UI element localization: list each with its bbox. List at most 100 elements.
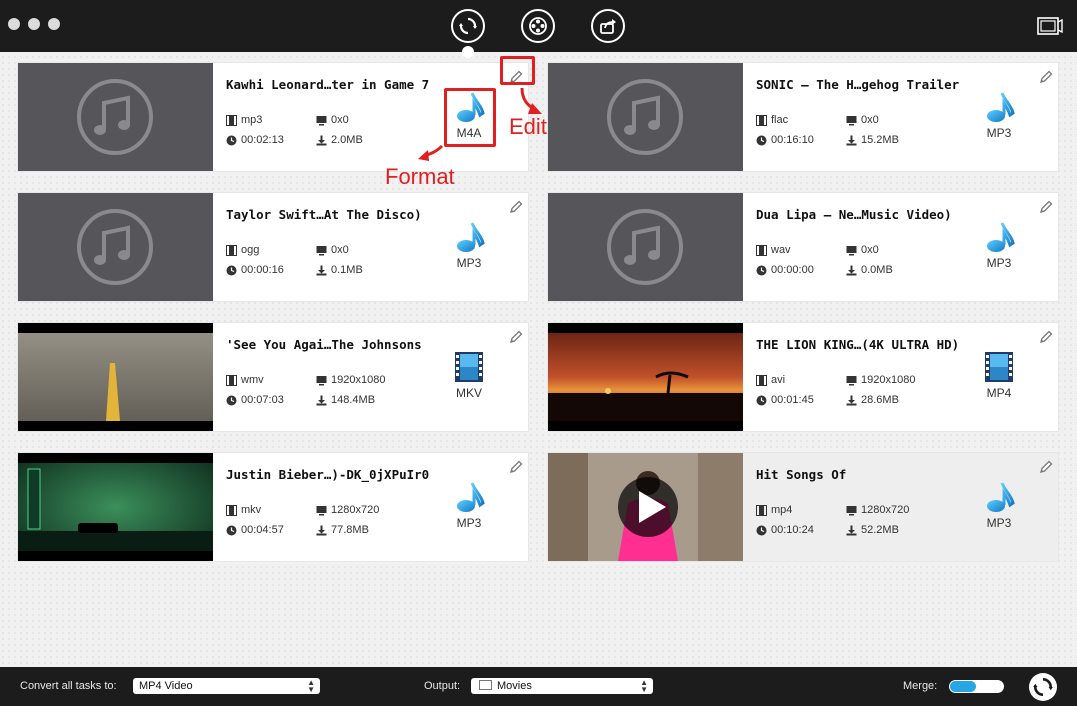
source-resolution: 1280x720 xyxy=(846,504,909,516)
clock-icon xyxy=(226,395,237,405)
convert-all-select[interactable]: MP4 Video ▲ ▼ xyxy=(133,678,320,694)
task-card[interactable]: Taylor Swift…At The Disco) ogg 0x0 00:00:16… xyxy=(17,192,529,302)
film-icon xyxy=(226,374,237,386)
source-format: avi xyxy=(756,374,785,386)
format-annotation-box xyxy=(444,88,496,147)
zoom-window-button[interactable] xyxy=(48,18,60,30)
output-format-button[interactable]: MP3 xyxy=(976,221,1022,277)
source-resolution: 1920x1080 xyxy=(846,374,915,386)
select-arrows-icon: ▲ ▼ xyxy=(640,678,648,694)
video-thumbnail[interactable] xyxy=(18,323,213,431)
source-format: mp3 xyxy=(226,114,262,126)
resolution-icon xyxy=(846,245,857,255)
clock-icon xyxy=(226,135,237,145)
video-thumbnail[interactable] xyxy=(548,193,743,301)
task-card[interactable]: Justin Bieber…)-DK_0jXPuIr0 mkv 1280x720 00… xyxy=(17,452,529,562)
output-format-button[interactable]: MP3 xyxy=(976,91,1022,147)
film-icon xyxy=(226,504,237,516)
task-title: THE LION KING…(4K ULTRA HD) xyxy=(756,337,960,352)
video-format-icon xyxy=(985,352,1013,382)
file-size: 0.1MB xyxy=(316,264,363,276)
edit-icon[interactable] xyxy=(508,459,524,475)
task-title: SONIC – The H…gehog Trailer xyxy=(756,77,960,92)
file-size: 2.0MB xyxy=(316,134,363,146)
output-value: Movies xyxy=(497,680,532,692)
file-size: 0.0MB xyxy=(846,264,893,276)
audio-format-icon xyxy=(987,222,1015,252)
video-thumbnail[interactable] xyxy=(18,63,213,171)
bottom-bar: Convert all tasks to: MP4 Video ▲ ▼ Outpu… xyxy=(0,667,1077,706)
film-icon xyxy=(756,244,767,256)
source-resolution: 0x0 xyxy=(846,114,879,126)
close-window-button[interactable] xyxy=(8,18,20,30)
format-arrow-icon xyxy=(418,144,444,161)
resolution-icon xyxy=(316,375,327,385)
resolution-icon xyxy=(316,505,327,515)
source-resolution: 1920x1080 xyxy=(316,374,385,386)
output-format-button[interactable]: MP4 xyxy=(976,351,1022,407)
file-size: 52.2MB xyxy=(846,524,899,536)
video-thumbnail[interactable] xyxy=(548,453,743,561)
file-size: 28.6MB xyxy=(846,394,899,406)
duration: 00:02:13 xyxy=(226,134,284,146)
task-title: Dua Lipa – Ne…Music Video) xyxy=(756,207,952,222)
convert-all-button[interactable] xyxy=(1029,673,1057,701)
file-size-icon xyxy=(846,135,857,145)
merge-toggle-knob xyxy=(950,681,976,692)
resolution-icon xyxy=(846,375,857,385)
edit-annotation-label: Edit xyxy=(509,114,547,139)
file-size: 77.8MB xyxy=(316,524,369,536)
output-format-button[interactable]: MP3 xyxy=(446,221,492,277)
media-library-icon[interactable] xyxy=(1036,14,1064,38)
output-format-label: MP3 xyxy=(986,256,1012,270)
task-card[interactable]: 'See You Agai…The Johnsons wmv 1920x1080 00… xyxy=(17,322,529,432)
video-thumbnail[interactable] xyxy=(18,453,213,561)
convert-mode-button[interactable] xyxy=(451,9,485,43)
clock-icon xyxy=(756,525,767,535)
task-card[interactable]: Dua Lipa – Ne…Music Video) wav 0x0 00:00:00… xyxy=(547,192,1059,302)
video-thumbnail[interactable] xyxy=(548,63,743,171)
edit-icon[interactable] xyxy=(1038,69,1054,85)
source-resolution: 0x0 xyxy=(846,244,879,256)
duration: 00:10:24 xyxy=(756,524,814,536)
duration: 00:00:00 xyxy=(756,264,814,276)
convert-icon xyxy=(459,17,477,35)
resolution-icon xyxy=(316,245,327,255)
edit-icon[interactable] xyxy=(508,329,524,345)
output-format-button[interactable]: MKV xyxy=(446,351,492,407)
share-mode-button[interactable] xyxy=(591,9,625,43)
merge-toggle[interactable] xyxy=(949,680,1004,693)
clock-icon xyxy=(756,135,767,145)
duration: 00:04:57 xyxy=(226,524,284,536)
output-format-label: MKV xyxy=(455,386,482,400)
task-title: Taylor Swift…At The Disco) xyxy=(226,207,422,222)
source-format: mkv xyxy=(226,504,261,516)
source-format: wmv xyxy=(226,374,264,386)
source-format: flac xyxy=(756,114,788,126)
convert-all-value: MP4 Video xyxy=(139,680,193,692)
edit-icon[interactable] xyxy=(1038,199,1054,215)
convert-all-label: Convert all tasks to: xyxy=(20,680,117,692)
video-thumbnail[interactable] xyxy=(18,193,213,301)
duration: 00:07:03 xyxy=(226,394,284,406)
edit-icon[interactable] xyxy=(1038,329,1054,345)
output-select[interactable]: Movies ▲ ▼ xyxy=(471,678,653,694)
output-format-button[interactable]: MP3 xyxy=(976,481,1022,537)
file-size: 148.4MB xyxy=(316,394,375,406)
source-resolution: 0x0 xyxy=(316,244,349,256)
duration: 00:01:45 xyxy=(756,394,814,406)
source-resolution: 1280x720 xyxy=(316,504,379,516)
task-card[interactable]: Hit Songs Of mp4 1280x720 00:10:24 52.2MB MP3 xyxy=(547,452,1059,562)
edit-icon[interactable] xyxy=(1038,459,1054,475)
select-arrows-icon: ▲ ▼ xyxy=(307,678,315,694)
video-thumbnail[interactable] xyxy=(548,323,743,431)
output-format-button[interactable]: MP3 xyxy=(446,481,492,537)
audio-format-icon xyxy=(457,482,485,512)
file-size: 15.2MB xyxy=(846,134,899,146)
source-format: mp4 xyxy=(756,504,792,516)
task-card[interactable]: SONIC – The H…gehog Trailer flac 0x0 00:16:… xyxy=(547,62,1059,172)
media-browser-button[interactable] xyxy=(521,9,555,43)
task-card[interactable]: THE LION KING…(4K ULTRA HD) avi 1920x1080 0… xyxy=(547,322,1059,432)
minimize-window-button[interactable] xyxy=(28,18,40,30)
edit-icon[interactable] xyxy=(508,199,524,215)
